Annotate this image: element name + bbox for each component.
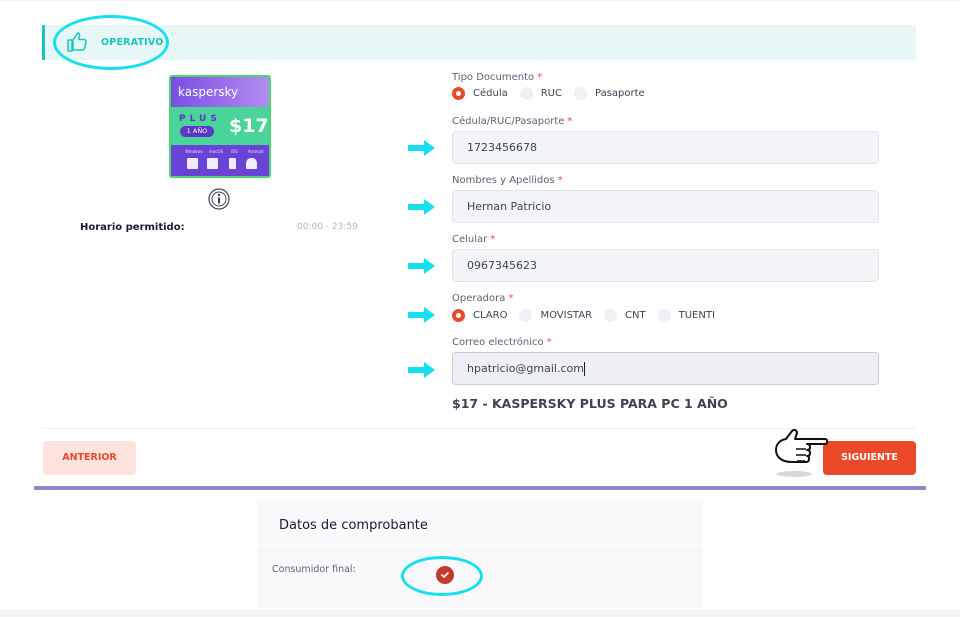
previous-button[interactable]: ANTERIOR bbox=[43, 441, 136, 475]
radio-button[interactable] bbox=[452, 87, 465, 100]
schedule-value: 00:00 - 23:59 bbox=[297, 222, 358, 232]
text-caret bbox=[583, 362, 585, 376]
radio-button[interactable] bbox=[452, 309, 465, 322]
radio-claro[interactable]: CLARO bbox=[452, 309, 507, 322]
next-button[interactable]: SIGUIENTE bbox=[823, 441, 916, 475]
platform-windows: Windows bbox=[185, 149, 203, 154]
platform-android: Android bbox=[248, 149, 264, 154]
platform-ios: iOS bbox=[231, 149, 238, 154]
name-label: Nombres y Apellidos * bbox=[452, 175, 563, 186]
order-summary: $17 - KASPERSKY PLUS PARA PC 1 AÑO bbox=[452, 396, 728, 411]
arrow-right-icon bbox=[408, 362, 435, 378]
status-accent-edge bbox=[42, 25, 45, 60]
status-label: OPERATIVO bbox=[101, 37, 164, 48]
schedule-label: Horario permitido: bbox=[80, 222, 185, 233]
doc-type-label: Tipo Documento * bbox=[452, 72, 543, 83]
email-input[interactable]: hpatricio@gmail.com bbox=[452, 352, 879, 385]
info-icon[interactable] bbox=[208, 188, 230, 210]
product-duration: 1 AÑO bbox=[180, 126, 214, 137]
product-price: $17 bbox=[229, 115, 269, 137]
email-value: hpatricio@gmail.com bbox=[467, 362, 584, 375]
arrow-right-icon bbox=[408, 140, 435, 156]
phone-input[interactable]: 0967345623 bbox=[452, 249, 879, 282]
pointing-hand-icon bbox=[770, 428, 832, 478]
thumbs-up-icon bbox=[64, 29, 90, 55]
product-brand: kaspersky bbox=[178, 85, 239, 99]
voucher-card bbox=[257, 500, 703, 608]
product-image: kaspersky PLUS 1 AÑO $17 Windows macOS i… bbox=[169, 75, 271, 178]
name-input[interactable]: Hernan Patricio bbox=[452, 190, 879, 223]
section-divider bbox=[34, 486, 926, 490]
status-banner bbox=[42, 25, 916, 60]
operator-radio-group: CLARO MOVISTAR CNT TUENTI bbox=[452, 309, 727, 322]
radio-button[interactable] bbox=[604, 309, 618, 322]
radio-tuenti[interactable]: TUENTI bbox=[657, 309, 715, 322]
phone-label: Celular * bbox=[452, 234, 496, 245]
operator-label: Operadora * bbox=[452, 293, 514, 304]
apple-icon bbox=[207, 158, 218, 169]
doc-number-label: Cédula/RUC/Pasaporte * bbox=[452, 116, 573, 127]
platform-macos: macOS bbox=[209, 149, 224, 154]
final-consumer-checkbox[interactable] bbox=[436, 566, 454, 584]
radio-cnt[interactable]: CNT bbox=[604, 309, 646, 322]
page-footer-strip bbox=[0, 610, 960, 617]
windows-icon bbox=[187, 158, 198, 169]
radio-pasaporte[interactable]: Pasaporte bbox=[573, 87, 645, 100]
arrow-right-icon bbox=[408, 258, 435, 274]
product-plan: PLUS bbox=[179, 114, 221, 124]
android-icon bbox=[246, 158, 257, 169]
arrow-right-icon bbox=[408, 307, 435, 323]
doc-type-radio-group: Cédula RUC Pasaporte bbox=[452, 87, 657, 100]
check-icon bbox=[441, 572, 449, 579]
radio-button[interactable] bbox=[573, 87, 587, 100]
voucher-title: Datos de comprobante bbox=[279, 518, 428, 533]
phone-icon bbox=[229, 158, 236, 169]
arrow-right-icon bbox=[408, 199, 435, 215]
radio-movistar[interactable]: MOVISTAR bbox=[519, 309, 592, 322]
email-label: Correo electrónico * bbox=[452, 337, 552, 348]
radio-button[interactable] bbox=[519, 87, 533, 100]
top-divider bbox=[0, 0, 960, 9]
radio-button[interactable] bbox=[657, 309, 671, 322]
radio-button[interactable] bbox=[519, 309, 533, 322]
radio-cedula[interactable]: Cédula bbox=[452, 87, 508, 100]
radio-ruc[interactable]: RUC bbox=[519, 87, 562, 100]
doc-number-input[interactable]: 1723456678 bbox=[452, 131, 879, 164]
final-consumer-label: Consumidor final: bbox=[272, 564, 356, 575]
card-divider bbox=[257, 550, 703, 551]
